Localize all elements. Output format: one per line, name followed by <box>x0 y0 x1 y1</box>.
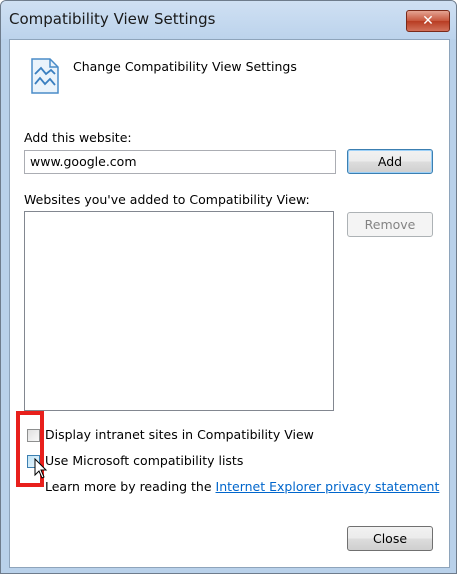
compatibility-page-icon <box>31 58 59 94</box>
remove-button[interactable]: Remove <box>347 212 433 237</box>
learn-more-prefix: Learn more by reading the <box>45 479 216 494</box>
mouse-pointer-icon <box>34 458 48 479</box>
intranet-option-label[interactable]: Display intranet sites in Compatibility … <box>45 427 314 442</box>
websites-listbox[interactable] <box>24 211 334 411</box>
websites-list-label: Websites you've added to Compatibility V… <box>24 192 310 207</box>
privacy-statement-link[interactable]: Internet Explorer privacy statement <box>216 479 440 494</box>
window-close-button[interactable]: ✕ <box>406 10 450 32</box>
dialog-body: Change Compatibility View Settings Add t… <box>9 39 450 568</box>
title-bar[interactable]: Compatibility View Settings ✕ <box>1 1 456 39</box>
add-button[interactable]: Add <box>347 149 433 174</box>
dialog-heading: Change Compatibility View Settings <box>73 59 297 74</box>
add-website-label: Add this website: <box>24 130 132 145</box>
close-icon: ✕ <box>422 13 434 29</box>
learn-more-text: Learn more by reading the Internet Explo… <box>45 479 439 494</box>
ms-lists-option-label[interactable]: Use Microsoft compatibility lists <box>45 453 243 468</box>
dialog-window: Compatibility View Settings ✕ Change Com… <box>0 0 457 574</box>
close-button[interactable]: Close <box>347 526 433 551</box>
window-title: Compatibility View Settings <box>9 10 216 28</box>
website-input[interactable] <box>24 150 336 174</box>
